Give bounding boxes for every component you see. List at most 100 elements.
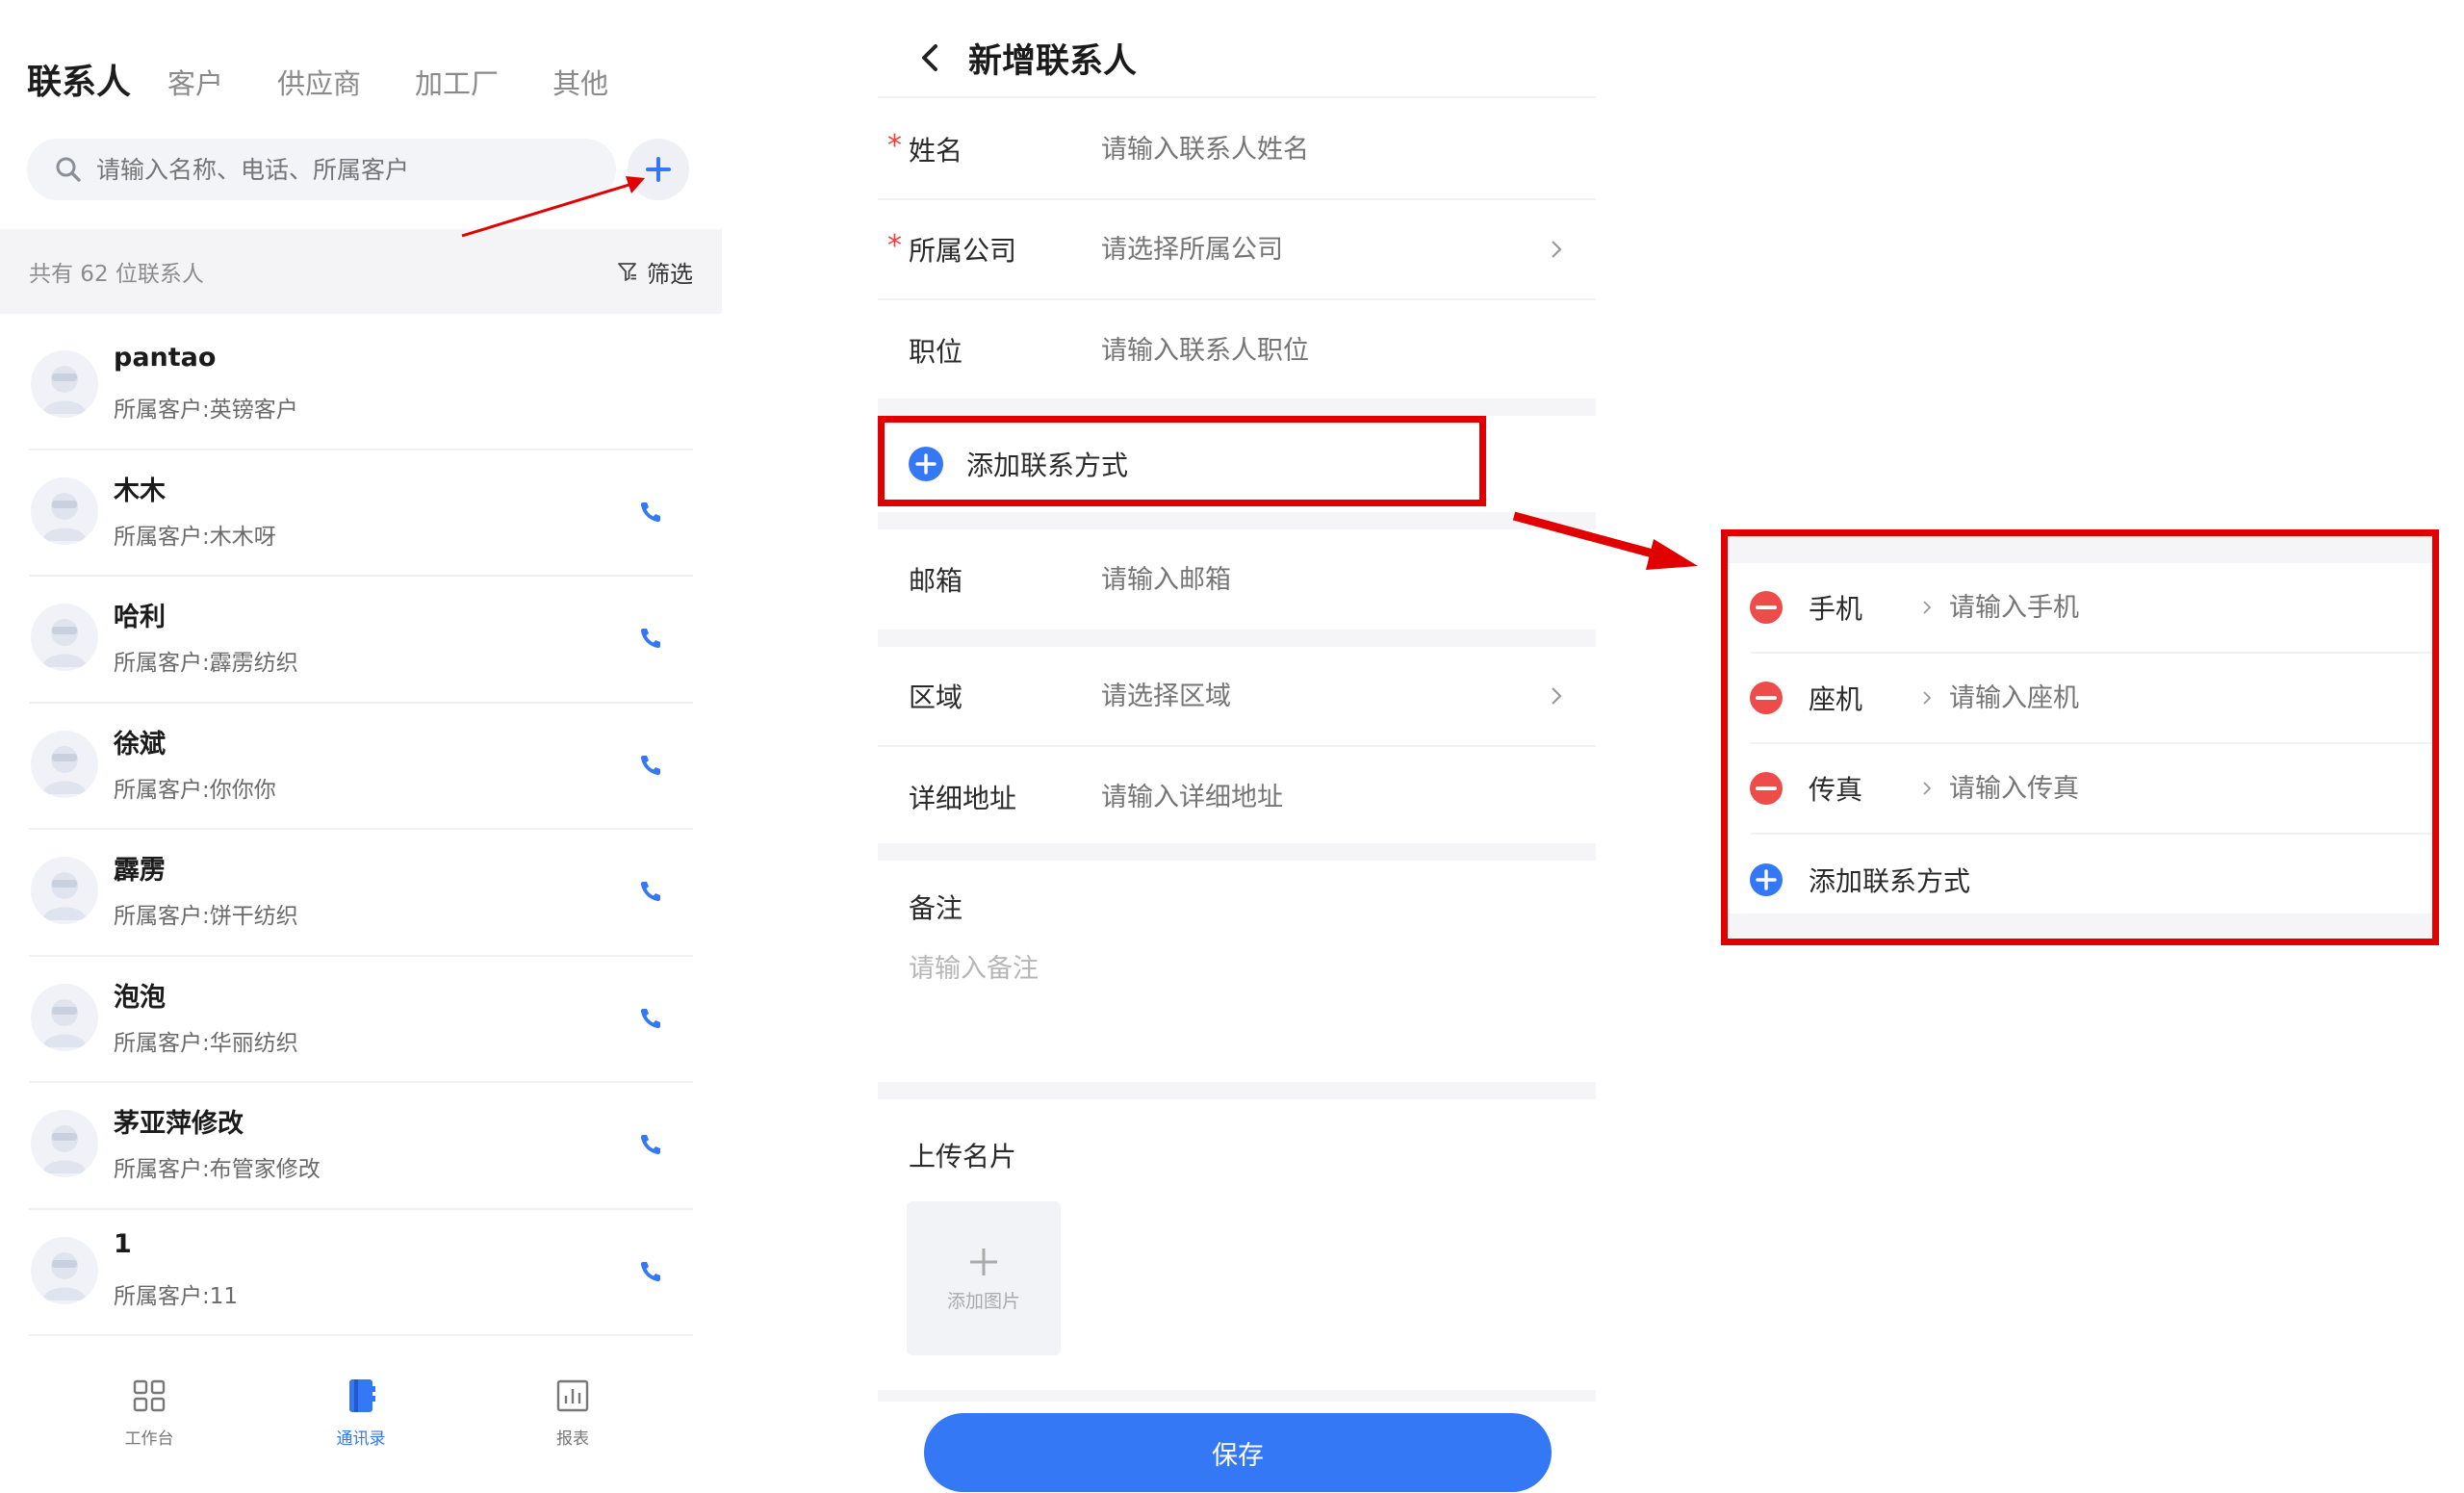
tab-others[interactable]: 其他	[552, 62, 608, 102]
phone-icon[interactable]	[637, 1131, 664, 1158]
region-label: 区域	[909, 682, 963, 713]
contact-way-type: 传真	[1809, 774, 1863, 806]
phone-icon[interactable]	[637, 1258, 664, 1285]
category-tabs: 联系人 客户 供应商 加工厂 其他	[27, 54, 662, 104]
nav-workbench[interactable]: 工作台	[77, 1357, 221, 1493]
section-divider	[878, 843, 1596, 861]
name-input[interactable]	[1101, 134, 1525, 165]
contact-row[interactable]: 哈利 所属客户:霹雳纺织	[29, 577, 693, 704]
avatar	[31, 1236, 98, 1304]
avatar	[31, 350, 98, 418]
section-divider	[878, 1390, 1596, 1402]
email-row: 邮箱	[878, 529, 1596, 630]
required-mark: *	[887, 129, 902, 163]
contact-row[interactable]: 霹雳 所属客户:饼干纺织	[29, 830, 693, 957]
nav-contacts[interactable]: 通讯录	[289, 1357, 433, 1493]
phone-icon[interactable]	[637, 625, 664, 652]
phone-icon[interactable]	[637, 1005, 664, 1032]
tab-factories[interactable]: 加工厂	[415, 62, 499, 102]
phone-icon[interactable]	[637, 752, 664, 779]
plus-icon	[966, 1245, 1001, 1279]
region-select[interactable]	[1101, 681, 1525, 711]
contact-name: 徐斌	[114, 729, 166, 759]
grid-icon	[133, 1379, 166, 1412]
tab-customers[interactable]: 客户	[167, 62, 223, 102]
address-input[interactable]	[1101, 782, 1525, 812]
contact-ways-panel: 手机 座机 传真 添加联系方式	[1721, 529, 2439, 945]
nav-contacts-label: 通讯录	[336, 1429, 386, 1449]
avatar	[31, 730, 98, 798]
contact-name: pantao	[114, 343, 217, 373]
contact-company: 所属客户:华丽纺织	[114, 1030, 298, 1056]
nav-workbench-label: 工作台	[124, 1429, 174, 1449]
company-select[interactable]	[1101, 234, 1525, 265]
landline-input[interactable]	[1949, 682, 2334, 713]
mobile-input[interactable]	[1949, 592, 2334, 623]
page-title: 新增联系人	[968, 41, 1138, 81]
contact-way-row-mobile: 手机	[1749, 563, 2432, 654]
nav-reports[interactable]: 报表	[500, 1357, 645, 1493]
address-label: 详细地址	[909, 783, 1017, 814]
required-mark: *	[887, 229, 902, 263]
contact-name: 泡泡	[114, 982, 166, 1013]
save-button[interactable]: 保存	[924, 1413, 1552, 1492]
name-row: * 姓名	[878, 100, 1596, 200]
section-divider	[1728, 914, 2432, 939]
chevron-right-icon[interactable]	[1918, 689, 1936, 707]
contact-way-type: 手机	[1809, 593, 1863, 625]
contact-row[interactable]: 泡泡 所属客户:华丽纺织	[29, 957, 693, 1083]
contact-company: 所属客户:霹雳纺织	[114, 651, 298, 676]
section-divider	[878, 1082, 1596, 1099]
filter-icon	[618, 263, 636, 281]
upload-image-button[interactable]: 添加图片	[907, 1201, 1061, 1355]
remark-label: 备注	[909, 892, 963, 924]
contact-company: 所属客户:布管家修改	[114, 1157, 321, 1182]
chevron-right-icon[interactable]	[1918, 599, 1936, 616]
section-divider	[1728, 536, 2432, 563]
avatar	[31, 1110, 98, 1177]
contact-row[interactable]: pantao 所属客户:英镑客户	[29, 323, 693, 450]
chevron-right-icon[interactable]	[1918, 780, 1936, 797]
minus-circle-icon[interactable]	[1749, 771, 1784, 806]
upload-image-label: 添加图片	[946, 1290, 1020, 1312]
nav-reports-label: 报表	[556, 1429, 589, 1449]
company-row[interactable]: * 所属公司	[878, 200, 1596, 300]
upload-card-label: 上传名片	[909, 1141, 1017, 1172]
bottom-nav: 工作台 通讯录 报表	[0, 1357, 722, 1493]
phone-icon[interactable]	[637, 499, 664, 526]
avatar	[31, 476, 98, 545]
minus-circle-icon[interactable]	[1749, 681, 1784, 715]
phone-icon[interactable]	[637, 878, 664, 905]
section-divider	[878, 630, 1596, 647]
filter-button[interactable]: 筛选	[616, 255, 693, 289]
email-input[interactable]	[1101, 564, 1525, 595]
avatar	[31, 604, 98, 671]
plus-circle-icon	[1749, 862, 1784, 897]
chevron-right-icon	[1546, 239, 1567, 260]
contact-row[interactable]: 1 所属客户:11	[29, 1210, 693, 1336]
email-label: 邮箱	[909, 565, 963, 597]
tab-contacts[interactable]: 联系人	[27, 54, 131, 104]
search-icon	[54, 155, 83, 184]
contact-name: 1	[114, 1228, 132, 1259]
position-label: 职位	[909, 336, 963, 368]
contact-way-type: 座机	[1809, 683, 1863, 715]
contact-row[interactable]: 徐斌 所属客户:你你你	[29, 704, 693, 830]
section-divider	[878, 399, 1596, 416]
contact-name: 哈利	[114, 603, 166, 632]
company-label: 所属公司	[909, 235, 1017, 267]
contact-row[interactable]: 茅亚萍修改 所属客户:布管家修改	[29, 1083, 693, 1210]
add-contact-way-button[interactable]: 添加联系方式	[1728, 835, 2432, 925]
region-row[interactable]: 区域	[878, 647, 1596, 747]
contact-count: 共有 62 位联系人	[29, 262, 204, 287]
position-row: 职位	[878, 300, 1596, 400]
fax-input[interactable]	[1949, 773, 2334, 804]
minus-circle-icon[interactable]	[1749, 590, 1784, 625]
contact-row[interactable]: 木木 所属客户:木木呀	[29, 450, 693, 577]
position-input[interactable]	[1101, 335, 1525, 366]
avatar	[31, 983, 98, 1051]
contact-company: 所属客户:11	[114, 1283, 239, 1309]
remark-textarea[interactable]: 请输入备注	[909, 947, 1039, 985]
tab-suppliers[interactable]: 供应商	[277, 62, 361, 102]
back-icon[interactable]	[911, 39, 949, 77]
